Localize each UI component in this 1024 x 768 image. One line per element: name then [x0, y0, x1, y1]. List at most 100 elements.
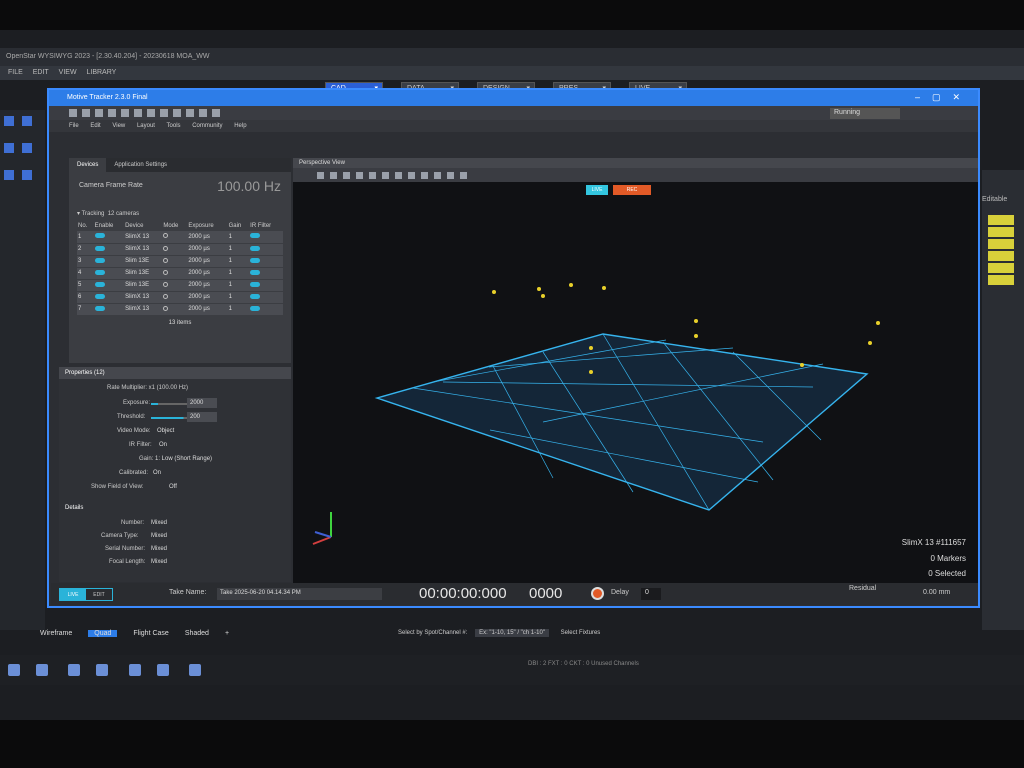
tab-add[interactable]: + [225, 630, 229, 637]
ir-filter-value[interactable]: On [159, 442, 167, 448]
live-edit-toggle[interactable]: LIVE EDIT [59, 588, 113, 601]
enable-toggle[interactable] [94, 245, 105, 251]
frame-rate-value[interactable]: 100.00 Hz [217, 178, 281, 194]
ir-filter-toggle[interactable] [250, 257, 261, 263]
ir-filter-toggle[interactable] [250, 269, 261, 275]
ir-filter-toggle[interactable] [250, 233, 261, 239]
fov-toggle[interactable]: Off [169, 484, 177, 490]
table-row[interactable]: 4 Slim 13E 2000 µs 1 [77, 267, 283, 280]
details-header[interactable]: Details [65, 505, 83, 511]
edit-mode[interactable]: EDIT [86, 589, 112, 600]
delay-input[interactable]: 0 [641, 588, 661, 600]
start-icon[interactable] [8, 664, 20, 676]
mode-icon[interactable] [163, 293, 169, 299]
enable-toggle[interactable] [94, 305, 105, 311]
rate-multiplier[interactable]: Rate Multiplier: x1 (100.00 Hz) [107, 385, 188, 391]
enable-toggle[interactable] [94, 293, 105, 299]
toolbar-icon[interactable] [121, 109, 129, 117]
menu-file[interactable]: FILE [8, 69, 23, 76]
menu-edit[interactable]: Edit [90, 123, 100, 129]
view-tool-icon[interactable] [330, 171, 337, 179]
view-tool-icon[interactable] [447, 171, 454, 179]
view-tool-icon[interactable] [382, 171, 389, 179]
take-name-input[interactable]: Take 2025-06-20 04.14.34 PM [217, 588, 382, 600]
ir-filter-toggle[interactable] [250, 293, 261, 299]
view-tool-icon[interactable] [356, 171, 363, 179]
view-tool-icon[interactable] [408, 171, 415, 179]
view-tool-icon[interactable] [460, 171, 467, 179]
toolbar-icon[interactable] [95, 109, 103, 117]
threshold-slider[interactable] [151, 417, 187, 419]
live-mode[interactable]: LIVE [60, 589, 86, 600]
ir-filter-toggle[interactable] [250, 305, 261, 311]
editable-pencil-icon[interactable] [988, 239, 1014, 249]
app-icon[interactable] [189, 664, 202, 676]
enable-toggle[interactable] [94, 257, 105, 263]
tool-icon[interactable] [22, 170, 32, 180]
threshold-input[interactable]: 200 [187, 412, 217, 422]
mode-icon[interactable] [163, 281, 169, 287]
table-row[interactable]: 2 SlimX 13 2000 µs 1 [77, 243, 283, 256]
menu-view[interactable]: VIEW [59, 69, 77, 76]
editable-pencil-icon[interactable] [988, 275, 1014, 285]
mode-icon[interactable] [163, 245, 169, 251]
editable-pencil-icon[interactable] [988, 215, 1014, 225]
exposure-input[interactable]: 2000 [187, 398, 217, 408]
gain-select[interactable]: 1: Low (Short Range) [155, 456, 212, 462]
tool-icon[interactable] [4, 143, 14, 153]
menu-help[interactable]: Help [234, 123, 246, 129]
editable-pencil-icon[interactable] [988, 251, 1014, 261]
view-tool-icon[interactable] [343, 171, 350, 179]
menu-layout[interactable]: Layout [137, 123, 155, 129]
window-controls[interactable]: –▢✕ [915, 92, 972, 103]
toolbar-icon[interactable] [199, 109, 207, 117]
menu-view[interactable]: View [112, 123, 125, 129]
app-icon[interactable] [36, 664, 48, 676]
tab-wireframe[interactable]: Wireframe [40, 630, 72, 637]
editable-pencil-icon[interactable] [988, 263, 1014, 273]
table-row[interactable]: 6 SlimX 13 2000 µs 1 [77, 291, 283, 304]
toolbar-icon[interactable] [160, 109, 168, 117]
app-icon[interactable] [68, 664, 81, 676]
table-row[interactable]: 5 Slim 13E 2000 µs 1 [77, 279, 283, 292]
tool-icon[interactable] [4, 116, 14, 126]
mode-icon[interactable] [163, 305, 169, 311]
select-by-input[interactable]: Ex: "1-10, 15" / "ch 1-10" [475, 629, 549, 637]
tool-icon[interactable] [22, 116, 32, 126]
view-tool-icon[interactable] [317, 171, 324, 179]
tracking-group[interactable]: ▾ Tracking 12 cameras [69, 202, 291, 221]
tab-application-settings[interactable]: Application Settings [106, 158, 175, 172]
mode-icon[interactable] [163, 269, 169, 275]
tool-icon[interactable] [22, 143, 32, 153]
ir-filter-toggle[interactable] [250, 245, 261, 251]
enable-toggle[interactable] [94, 269, 105, 275]
app-icon[interactable] [128, 664, 141, 676]
menu-tools[interactable]: Tools [167, 123, 181, 129]
perspective-viewport[interactable]: Perspective View LIVE REC SlimX 13 #1116… [293, 158, 978, 583]
tab-devices[interactable]: Devices [69, 158, 107, 172]
table-row[interactable]: 1 SlimX 13 2000 µs 1 [77, 231, 283, 244]
view-tool-icon[interactable] [395, 171, 402, 179]
menu-edit[interactable]: EDIT [33, 69, 49, 76]
toolbar-icon[interactable] [69, 109, 77, 117]
enable-toggle[interactable] [94, 233, 105, 239]
exposure-slider[interactable] [151, 403, 187, 405]
menu-file[interactable]: File [69, 123, 79, 129]
enable-toggle[interactable] [94, 281, 105, 287]
select-fixtures-button[interactable]: Select Fixtures [561, 630, 601, 636]
toolbar-icon[interactable] [108, 109, 116, 117]
editable-pencil-icon[interactable] [988, 227, 1014, 237]
tab-quad[interactable]: Quad [88, 630, 118, 637]
view-tool-icon[interactable] [421, 171, 428, 179]
view-tool-icon[interactable] [434, 171, 441, 179]
browser-icon[interactable] [156, 664, 169, 676]
tool-icon[interactable] [4, 170, 14, 180]
toolbar-icon[interactable] [212, 109, 220, 117]
ir-filter-toggle[interactable] [250, 281, 261, 287]
toolbar-icon[interactable] [147, 109, 155, 117]
toolbar-icon[interactable] [173, 109, 181, 117]
view-tool-icon[interactable] [369, 171, 376, 179]
tab-flight-case[interactable]: Flight Case [133, 630, 168, 637]
folder-icon[interactable] [96, 664, 109, 676]
menu-library[interactable]: LIBRARY [87, 69, 117, 76]
